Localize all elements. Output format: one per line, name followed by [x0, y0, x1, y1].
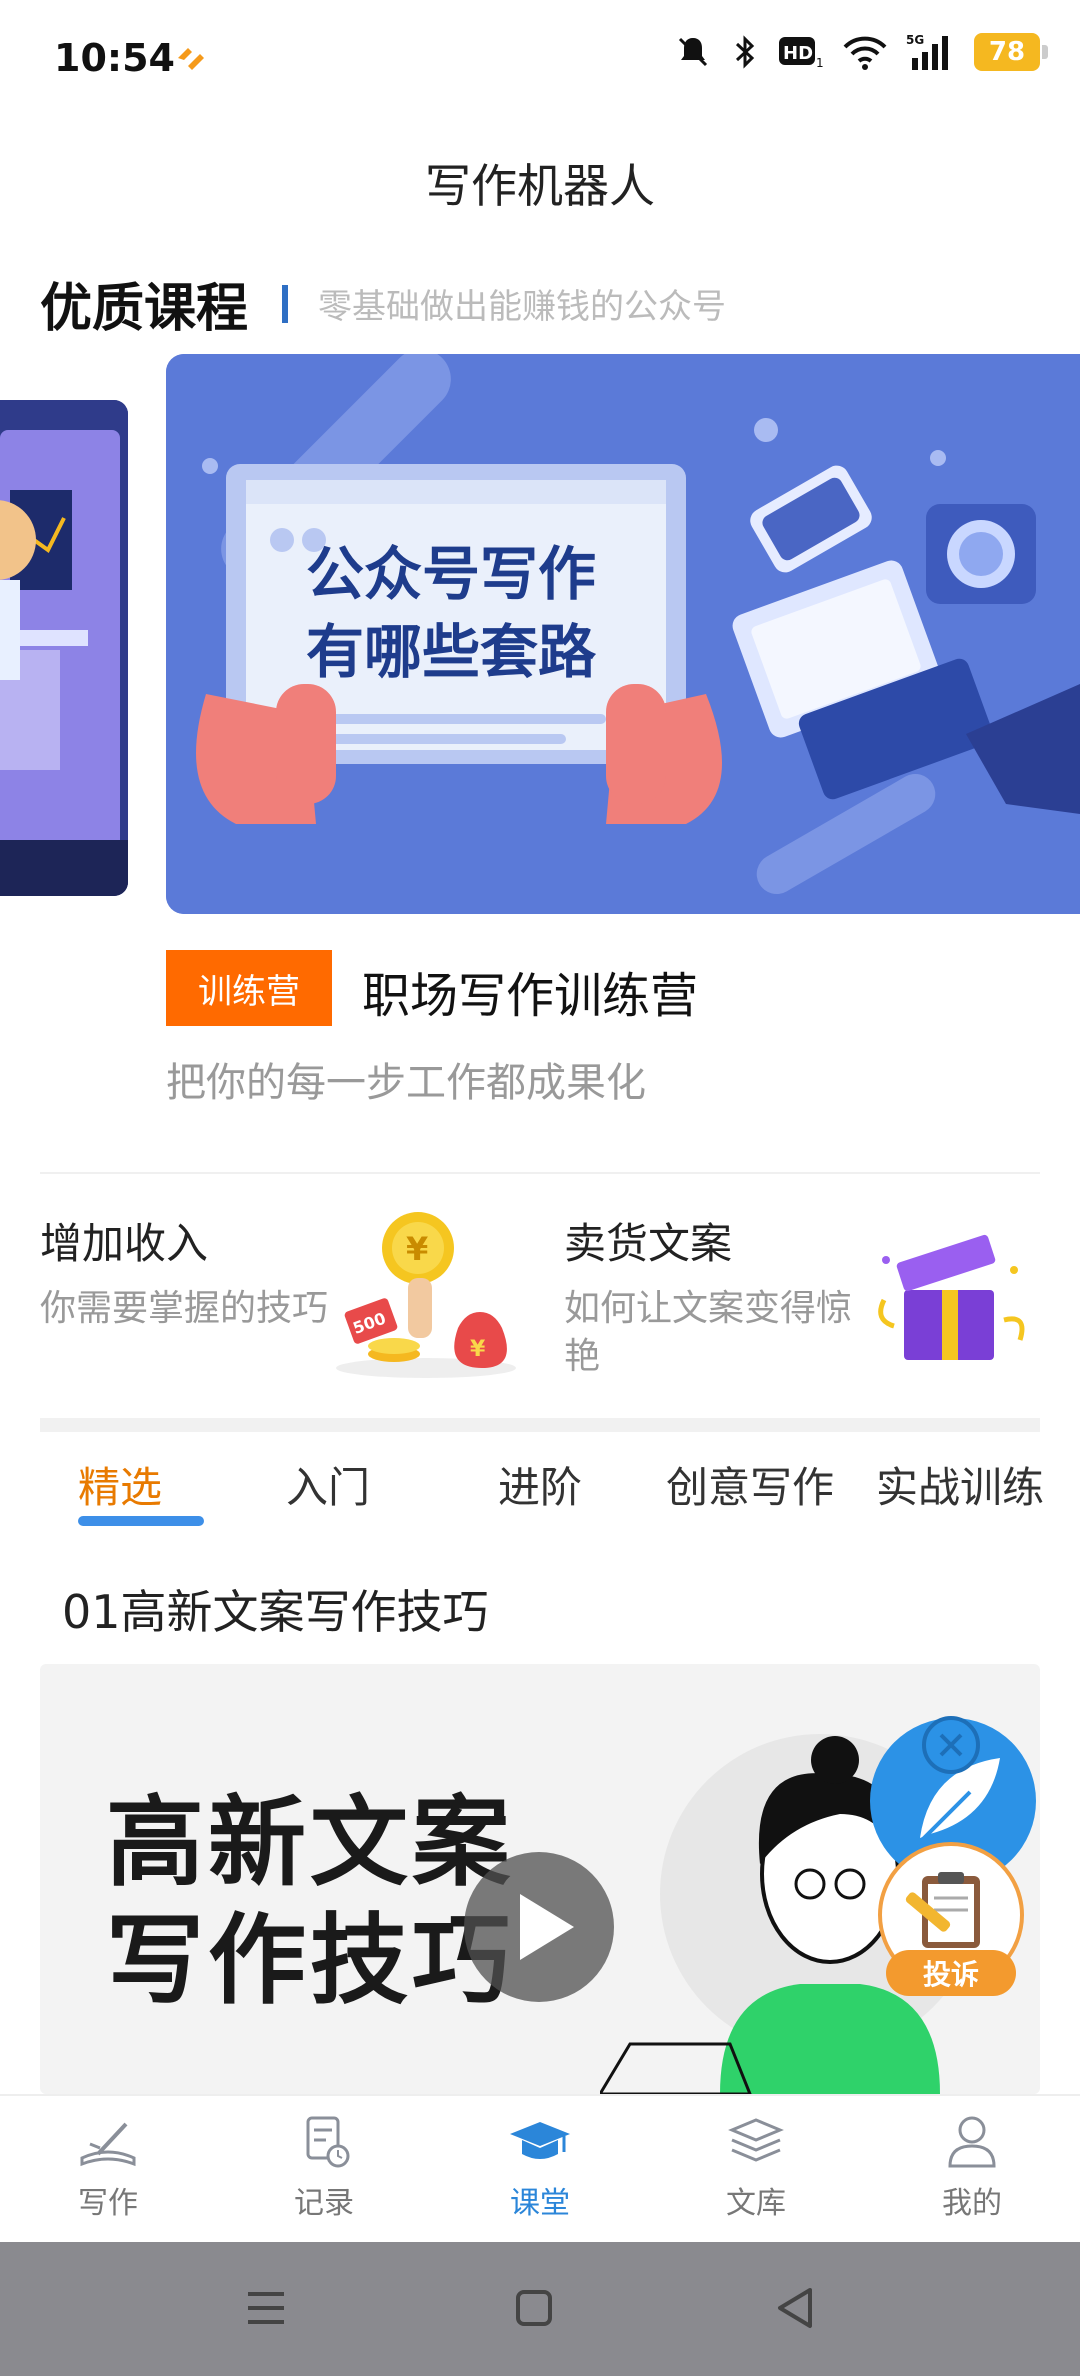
- money-bag-icon: ¥ 500 ¥: [336, 1212, 516, 1378]
- tab-creative-writing[interactable]: 创意写作: [666, 1454, 834, 1515]
- svg-text:¥: ¥: [470, 1337, 486, 1362]
- promo-subtitle: 如何让文案变得惊艳: [564, 1288, 853, 1377]
- record-icon: [306, 2116, 350, 2168]
- svg-text:HD: HD: [783, 43, 813, 64]
- signal-icon: 5G: [906, 33, 948, 70]
- nav-classroom[interactable]: 课堂: [470, 2114, 610, 2222]
- carousel-card-main[interactable]: 公众号写作 有哪些套路: [166, 354, 1080, 914]
- thumbnail-text: 高新文案 写作技巧: [106, 1784, 514, 2020]
- section-divider: [282, 284, 289, 323]
- thumbnail-line-1: 高新文案: [106, 1786, 515, 1900]
- section-header: 优质课程 零基础做出能赚钱的公众号: [40, 266, 726, 341]
- mute-icon: [678, 37, 708, 67]
- hd-icon: HD 1: [779, 37, 824, 70]
- thumbnail-line-2: 写作技巧: [106, 1904, 515, 2018]
- tab-featured[interactable]: 精选: [78, 1454, 162, 1515]
- home-icon[interactable]: [514, 2288, 554, 2328]
- section-title: 优质课程: [40, 279, 249, 339]
- nav-label: 记录: [294, 2186, 354, 2221]
- graduation-cap-icon: [510, 2122, 570, 2159]
- nav-mine[interactable]: 我的: [902, 2114, 1042, 2222]
- close-icon: [939, 1733, 963, 1757]
- nav-library[interactable]: 文库: [686, 2114, 826, 2222]
- nav-label: 写作: [78, 2186, 138, 2221]
- banner-illustration: 公众号写作 有哪些套路: [166, 354, 1080, 914]
- promo-sales-copy[interactable]: 卖货文案 如何让文案变得惊艳: [564, 1210, 864, 1381]
- section-subtitle: 零基础做出能赚钱的公众号: [318, 287, 727, 327]
- nav-write[interactable]: 写作: [38, 2114, 178, 2222]
- carousel-card-previous[interactable]: [0, 400, 128, 896]
- promo-title: 卖货文案: [564, 1219, 733, 1268]
- category-tabs: 精选 入门 进阶 创意写作 实战训练: [40, 1440, 1080, 1530]
- app-title: 写作机器人: [425, 159, 655, 213]
- section-divider-line: [40, 1172, 1040, 1174]
- svg-text:¥: ¥: [406, 1230, 428, 1268]
- course-title[interactable]: 01高新文案写作技巧: [62, 1576, 489, 1642]
- tab-practical-training[interactable]: 实战训练: [876, 1454, 1044, 1515]
- system-navigation-bar: [0, 2242, 1080, 2376]
- bottom-navigation: 写作 记录 课堂 文库 我的: [0, 2094, 1080, 2242]
- section-separator: [40, 1418, 1040, 1432]
- wifi-icon: [843, 36, 887, 70]
- promo-increase-income[interactable]: 增加收入 你需要掌握的技巧: [40, 1210, 340, 1333]
- status-time: 10:54: [54, 36, 175, 80]
- tab-beginner[interactable]: 入门: [286, 1454, 370, 1515]
- nav-record[interactable]: 记录: [254, 2114, 394, 2222]
- back-icon[interactable]: [774, 2286, 818, 2330]
- app-notification-icon: [178, 48, 204, 70]
- nav-label: 课堂: [510, 2186, 570, 2221]
- gift-box-icon: [878, 1234, 1025, 1360]
- tab-advanced[interactable]: 进阶: [498, 1454, 582, 1515]
- write-icon: [80, 2122, 136, 2167]
- menu-icon[interactable]: [246, 2288, 286, 2328]
- svg-text:公众号写作: 公众号写作: [306, 540, 596, 608]
- nav-label: 文库: [726, 2186, 786, 2221]
- profile-icon: [948, 2116, 996, 2168]
- svg-text:5G: 5G: [906, 33, 924, 47]
- report-label[interactable]: 投诉: [886, 1950, 1016, 1996]
- play-icon: [520, 1894, 574, 1960]
- status-bar: 10:54 HD 1 5G 78: [0, 0, 1080, 118]
- nav-label: 我的: [942, 2186, 1002, 2221]
- promo-title: 增加收入: [40, 1219, 209, 1268]
- tab-active-indicator: [78, 1516, 204, 1526]
- play-button[interactable]: [464, 1852, 614, 2002]
- svg-text:有哪些套路: 有哪些套路: [306, 618, 597, 686]
- desk-illustration: [0, 400, 128, 896]
- status-icons: HD 1 5G 78: [674, 32, 1048, 72]
- bluetooth-icon: [735, 35, 755, 69]
- floating-close-button[interactable]: [922, 1716, 980, 1774]
- carousel-description: 把你的每一步工作都成果化: [166, 1060, 646, 1106]
- carousel-tag: 训练营: [166, 950, 332, 1026]
- library-layers-icon: [728, 2118, 784, 2162]
- carousel-title[interactable]: 职场写作训练营: [362, 956, 698, 1026]
- svg-text:1: 1: [816, 56, 824, 70]
- battery-icon: 78: [974, 33, 1048, 71]
- promo-subtitle: 你需要掌握的技巧: [40, 1288, 329, 1329]
